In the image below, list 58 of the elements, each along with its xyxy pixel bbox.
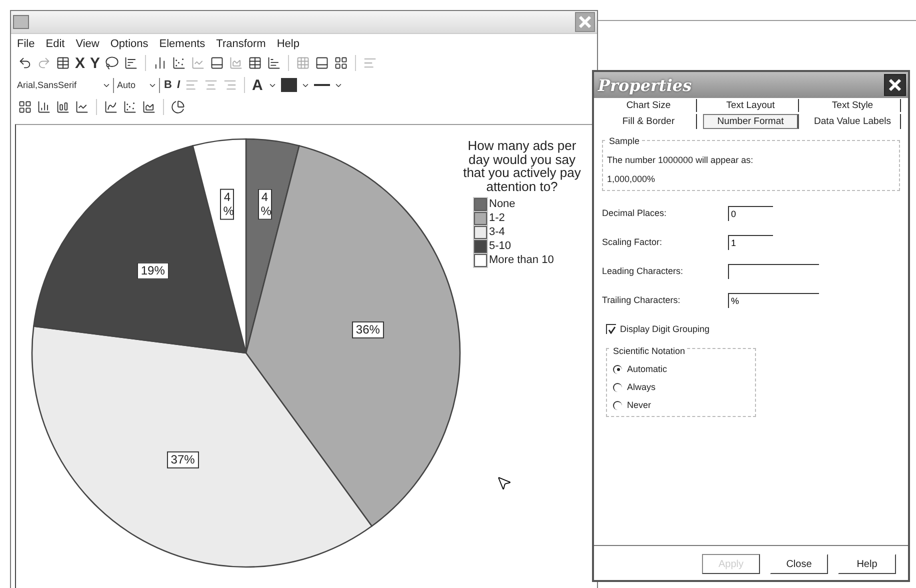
field-label: Trailing Characters: — [602, 295, 682, 305]
bold-button[interactable]: B — [163, 76, 173, 94]
menu-item[interactable]: File — [17, 38, 35, 50]
dialog-title: Properties — [598, 76, 692, 94]
radio-button[interactable] — [613, 400, 622, 410]
radio-button[interactable] — [613, 382, 622, 392]
size-dropdown[interactable]: Auto — [117, 80, 136, 90]
dialog-button[interactable]: Help — [838, 554, 896, 574]
menu-item[interactable]: Options — [110, 38, 148, 50]
cursor-icon — [496, 475, 512, 491]
italic-button[interactable]: I — [176, 76, 182, 94]
menu-item[interactable]: Help — [276, 38, 300, 50]
radio-label: Never — [627, 400, 652, 410]
y-axis-button[interactable]: Y — [89, 54, 102, 72]
checkbox-label: Display Digit Grouping — [620, 324, 710, 334]
legend-label: More than 10 — [489, 254, 554, 266]
data-label: 36% — [352, 321, 384, 338]
legend-label: None — [489, 198, 516, 210]
text-color-button[interactable]: A — [251, 76, 264, 94]
chart-title: How many ads per day would you say that you actively pay attention to? — [462, 139, 582, 194]
close-icon — [888, 78, 902, 92]
x-axis-button[interactable]: X — [74, 54, 86, 72]
pie-chart-icon[interactable] — [170, 98, 186, 116]
input-field[interactable]: % — [728, 292, 819, 308]
legend-label: 5-10 — [489, 240, 512, 252]
input-field[interactable]: 1 — [728, 234, 773, 250]
data-label: 4% — [258, 189, 272, 220]
radio-label: Automatic — [627, 364, 668, 374]
field-label: Leading Characters: — [602, 266, 684, 276]
field-label: Decimal Places: — [602, 208, 668, 218]
group-title: Scientific Notation — [611, 346, 688, 356]
data-label: 37% — [166, 451, 199, 468]
legend-label: 3-4 — [489, 226, 505, 238]
legend-label: 1-2 — [489, 212, 505, 224]
close-icon — [578, 15, 592, 29]
sample-text: The number 1000000 will appear as: — [607, 155, 754, 165]
sample-value: 1,000,000% — [607, 174, 656, 184]
lasso-icon[interactable] — [104, 54, 120, 72]
app-icon — [13, 15, 29, 29]
menu-item[interactable]: Transform — [216, 38, 266, 50]
line-style-swatch[interactable] — [314, 84, 330, 86]
group-title: Sample — [607, 136, 642, 146]
font-dropdown[interactable]: Arial,SansSerif — [17, 80, 77, 90]
tab[interactable]: Number Format — [703, 114, 799, 129]
radio-dot-icon — [616, 368, 620, 371]
data-label: 19% — [136, 262, 169, 280]
checkbox[interactable] — [606, 324, 616, 334]
dialog-button[interactable]: Close — [770, 554, 828, 574]
fill-color-swatch[interactable] — [280, 78, 297, 92]
menu-item[interactable]: Edit — [46, 38, 65, 50]
menu-item[interactable]: View — [76, 38, 100, 50]
radio-button[interactable] — [613, 364, 622, 374]
menu-item[interactable]: Elements — [159, 38, 206, 50]
check-icon — [608, 326, 616, 334]
field-label: Scaling Factor: — [602, 237, 664, 247]
close-button[interactable] — [884, 74, 906, 96]
radio-label: Always — [627, 382, 656, 392]
input-field[interactable]: 0 — [728, 206, 773, 220]
